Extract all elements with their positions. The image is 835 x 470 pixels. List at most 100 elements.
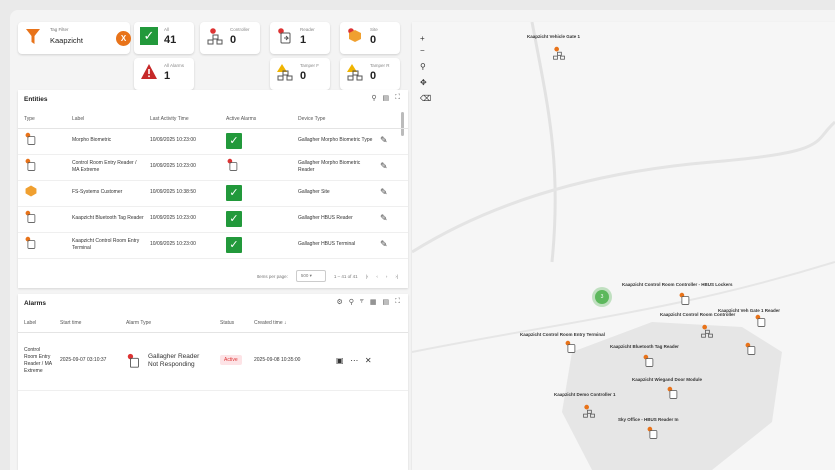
clear-filter-button[interactable]: X bbox=[116, 31, 131, 46]
site-icon bbox=[25, 185, 37, 197]
zoom-in-button[interactable]: + bbox=[420, 34, 425, 43]
reader-marker-icon[interactable] bbox=[744, 342, 758, 356]
table-row[interactable]: FS-Systems Customer 10/09/2025 10:38:50 … bbox=[18, 180, 408, 207]
eraser-icon[interactable]: ⌫ bbox=[420, 94, 431, 103]
entity-device-type: Gallagher Morpho Biometric Reader bbox=[292, 154, 374, 181]
map-label: Kaapzicht Control Room Entry Terminal bbox=[520, 332, 605, 337]
entity-label: Kaapzicht Bluetooth Tag Reader bbox=[66, 206, 144, 233]
controller-marker-icon[interactable] bbox=[552, 46, 566, 60]
column-header[interactable]: Label bbox=[18, 314, 54, 333]
map-label: Kaapzicht Demo Controller 1 bbox=[554, 392, 616, 397]
pan-icon[interactable]: ✥ bbox=[420, 78, 427, 87]
entity-device-type: Gallagher HBUS Reader bbox=[292, 206, 374, 233]
stat-label: All Alarms bbox=[164, 63, 185, 68]
column-header[interactable]: Active Alarms bbox=[220, 110, 292, 129]
terminal-marker-icon[interactable] bbox=[564, 340, 578, 354]
stat-reader[interactable]: Reader 1 bbox=[270, 22, 330, 54]
last-page-icon[interactable]: ›| bbox=[395, 274, 398, 279]
map-panel[interactable]: + − ⚲ ✥ ⌫ Kaapzicht Vehicle Gate 1 3 Kaa… bbox=[412, 22, 835, 470]
column-header[interactable]: Alarm Type bbox=[120, 314, 214, 333]
stat-label: Site bbox=[370, 27, 378, 32]
export-icon[interactable]: ▤ bbox=[382, 94, 389, 102]
details-icon[interactable]: ▣ bbox=[336, 356, 344, 365]
column-header[interactable]: Device Type bbox=[292, 110, 374, 129]
stat-tamper-r[interactable]: Tamper R 0 bbox=[340, 58, 400, 90]
reader-marker-icon[interactable] bbox=[754, 314, 768, 328]
edit-icon[interactable]: ✎ bbox=[380, 213, 388, 223]
table-row[interactable]: Kaapzicht Control Room Entry Terminal 10… bbox=[18, 232, 408, 259]
cluster-marker[interactable]: 3 bbox=[595, 290, 609, 304]
export-icon[interactable]: ▤ bbox=[382, 298, 389, 306]
no-alarm-check-icon: ✓ bbox=[226, 185, 242, 201]
entity-time: 10/09/2025 10:23:00 bbox=[144, 154, 220, 181]
table-row[interactable]: Morpho Biometric 10/09/2025 10:23:00 ✓ G… bbox=[18, 128, 408, 155]
entities-title: Entities bbox=[24, 96, 48, 103]
entity-label: Kaapzicht Control Room Entry Terminal bbox=[66, 232, 144, 259]
column-header[interactable]: Label bbox=[66, 110, 144, 129]
location-icon[interactable]: ⚲ bbox=[420, 62, 426, 71]
settings-icon[interactable]: ⚙ bbox=[336, 298, 342, 306]
table-header-row: Label Start time Alarm Type Status Creat… bbox=[18, 314, 408, 333]
reader-icon bbox=[25, 211, 36, 224]
search-icon[interactable]: ⚲ bbox=[349, 298, 354, 306]
entity-device-type: Gallagher Morpho Biometric Type bbox=[292, 128, 374, 155]
terminal-icon bbox=[25, 237, 36, 250]
reader-marker-icon[interactable] bbox=[666, 386, 680, 400]
entity-time: 10/09/2025 10:38:50 bbox=[144, 180, 220, 207]
table-row[interactable]: Kaapzicht Bluetooth Tag Reader 10/09/202… bbox=[18, 206, 408, 233]
entity-label: Morpho Biometric bbox=[66, 128, 144, 155]
stat-label: Tamper F bbox=[300, 63, 320, 68]
prev-page-icon[interactable]: ‹ bbox=[376, 274, 378, 279]
stat-label: All bbox=[164, 27, 170, 32]
search-icon[interactable]: ⚲ bbox=[371, 94, 376, 102]
tag-filter-value: Kaapzicht bbox=[50, 36, 83, 45]
next-page-icon[interactable]: › bbox=[386, 274, 388, 279]
zoom-out-button[interactable]: − bbox=[420, 46, 425, 55]
columns-icon[interactable]: ▦ bbox=[370, 298, 377, 306]
entity-label: Control Room Entry Reader / MA Extreme bbox=[66, 154, 144, 181]
reader-marker-icon[interactable] bbox=[642, 354, 656, 368]
table-row[interactable]: Control Room Entry Reader / MA Extreme 1… bbox=[18, 154, 408, 181]
stat-all[interactable]: ✓ All 41 bbox=[134, 22, 194, 54]
controller-marker-icon[interactable] bbox=[582, 404, 596, 418]
column-header[interactable]: Last Activity Time bbox=[144, 110, 220, 129]
close-icon[interactable]: ✕ bbox=[365, 356, 372, 365]
filter-icon bbox=[26, 29, 40, 44]
no-alarm-check-icon: ✓ bbox=[226, 211, 242, 227]
filter-icon[interactable]: ⫧ bbox=[360, 298, 364, 306]
edit-icon[interactable]: ✎ bbox=[380, 135, 388, 145]
column-header[interactable]: Status bbox=[214, 314, 248, 333]
fullscreen-icon[interactable]: ⛶ bbox=[395, 94, 400, 102]
stat-all-alarms[interactable]: All Alarms 1 bbox=[134, 58, 194, 90]
stat-tamper-f[interactable]: Tamper F 0 bbox=[270, 58, 330, 90]
column-header bbox=[374, 110, 408, 129]
edit-icon[interactable]: ✎ bbox=[380, 187, 388, 197]
more-icon[interactable]: ⋯ bbox=[350, 356, 358, 365]
items-per-page-value: 500 bbox=[300, 273, 309, 278]
edit-icon[interactable]: ✎ bbox=[380, 161, 388, 171]
stat-controller[interactable]: Controller 0 bbox=[200, 22, 260, 54]
table-row[interactable]: Control Room Entry Reader / MA Extreme 2… bbox=[18, 332, 408, 391]
tamper-icon bbox=[347, 64, 363, 81]
alarms-title: Alarms bbox=[24, 300, 47, 307]
stat-site[interactable]: Site 0 bbox=[340, 22, 400, 54]
reader-marker-icon[interactable] bbox=[646, 426, 660, 440]
tag-filter-label: Tag Filter bbox=[50, 27, 69, 32]
tag-filter[interactable]: Tag Filter Kaapzicht X bbox=[18, 22, 131, 54]
column-header bbox=[330, 314, 408, 333]
stat-value: 1 bbox=[300, 34, 307, 46]
entity-time: 10/09/2025 10:23:00 bbox=[144, 206, 220, 233]
column-header[interactable]: Type bbox=[18, 110, 66, 129]
fullscreen-icon[interactable]: ⛶ bbox=[395, 298, 400, 306]
edit-icon[interactable]: ✎ bbox=[380, 239, 388, 249]
column-header[interactable]: Start time bbox=[54, 314, 120, 333]
map-label: Kaapzicht Wiegand Door Module bbox=[632, 377, 702, 382]
stat-value: 0 bbox=[230, 34, 237, 46]
reader-marker-icon[interactable] bbox=[678, 292, 692, 306]
first-page-icon[interactable]: |‹ bbox=[366, 274, 369, 279]
items-per-page-select[interactable]: 500 ▾ bbox=[295, 270, 326, 282]
alarm-reader-icon bbox=[227, 159, 238, 172]
column-header[interactable]: Created time ↓ bbox=[248, 314, 330, 333]
controller-marker-icon[interactable] bbox=[700, 324, 714, 338]
map-label: Sky Office - HBUS Reader In bbox=[618, 417, 679, 422]
